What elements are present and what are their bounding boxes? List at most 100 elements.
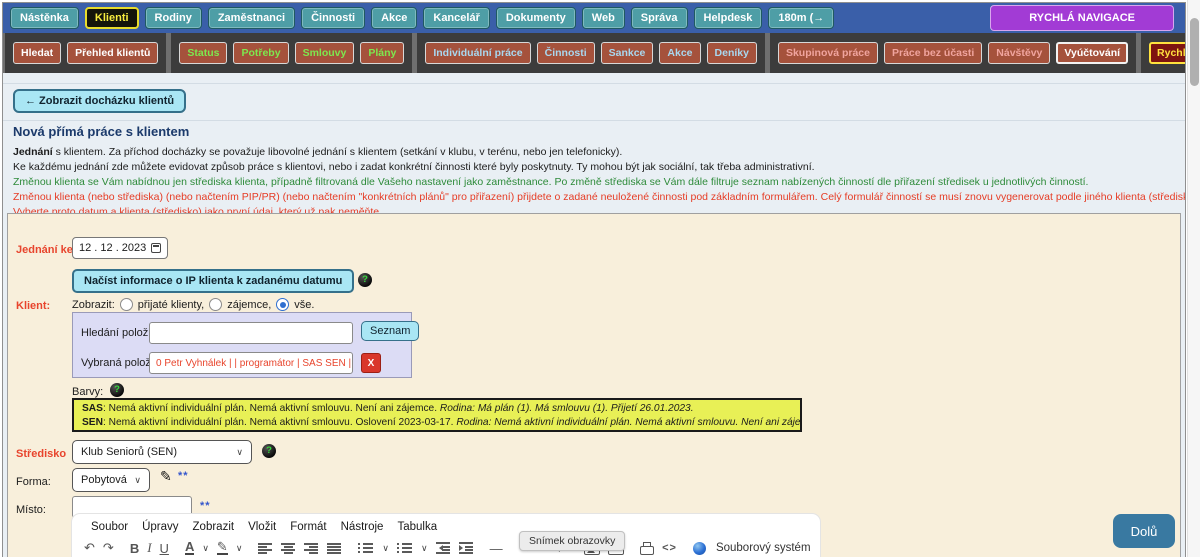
list-button[interactable]: Seznam: [361, 321, 419, 341]
client-label: Klient:: [16, 300, 50, 312]
editor-menubar: Soubor Úpravy Zobrazit Vložit Formát Nás…: [72, 514, 820, 533]
text-color-icon[interactable]: A: [185, 541, 194, 555]
align-center-icon[interactable]: [281, 542, 296, 554]
toolbar-group-group-work: Skupinová práce Práce bez účasti Návštěv…: [770, 33, 1136, 73]
nav-tab-cinnosti[interactable]: Činnosti: [301, 7, 365, 29]
chevron-down-icon[interactable]: ∨: [382, 543, 389, 554]
nav-tab-rodiny[interactable]: Rodiny: [145, 7, 202, 29]
chevron-down-icon[interactable]: ∨: [202, 543, 209, 554]
forma-select[interactable]: Pobytová ∨: [72, 468, 150, 492]
menu-vlozit[interactable]: Vložit: [241, 521, 283, 533]
nav-session-timer-button[interactable]: 180m (→: [768, 7, 834, 29]
nav-tab-akce[interactable]: Akce: [371, 7, 417, 29]
intro-line-1: Jednání s klientem. Za příchod docházky …: [13, 145, 1186, 160]
stredisko-value: Klub Seniorů (SEN): [81, 446, 177, 458]
filesystem-label[interactable]: Souborový systém: [716, 542, 811, 554]
search-input[interactable]: [149, 322, 353, 344]
selected-item-value: 0 Petr Vyhnálek | | programátor | SAS SE…: [149, 352, 353, 374]
nav-tab-kancelar[interactable]: Kancelář: [423, 7, 489, 29]
nav-tab-helpdesk[interactable]: Helpdesk: [694, 7, 763, 29]
bullet-list-icon[interactable]: [358, 542, 374, 554]
remove-selected-button[interactable]: X: [361, 353, 381, 373]
toolbar-button-plany[interactable]: Plány: [360, 42, 404, 64]
load-ip-info-button[interactable]: Načíst informace o IP klienta k zadanému…: [72, 269, 354, 293]
calendar-icon[interactable]: [151, 243, 161, 253]
source-code-icon[interactable]: <>: [662, 542, 677, 554]
intro-text: Nová přímá práce s klientem Jednání s kl…: [13, 124, 1186, 220]
undo-icon[interactable]: ↶: [84, 540, 95, 556]
chevron-down-icon[interactable]: ∨: [236, 543, 243, 554]
align-right-icon[interactable]: [304, 542, 319, 554]
toolbar-button-rychle-vlozeni[interactable]: Rychlé vložení: [1149, 42, 1186, 64]
toolbar-button-navstevy[interactable]: Návštěvy: [988, 42, 1050, 64]
justify-icon[interactable]: [327, 542, 342, 554]
toolbar-button-akce[interactable]: Akce: [659, 42, 700, 64]
page-title: Nová přímá práce s klientem: [13, 124, 1186, 139]
toolbar-button-status[interactable]: Status: [179, 42, 227, 64]
intro-line-3: Změnou klienta se Vám nabídnou jen střed…: [13, 175, 1186, 190]
help-icon-load-ip[interactable]: ?: [358, 273, 372, 287]
menu-nastroje[interactable]: Nástroje: [334, 521, 391, 533]
bold-icon[interactable]: B: [130, 541, 139, 556]
underline-icon[interactable]: U: [160, 541, 169, 556]
nav-tab-dokumenty[interactable]: Dokumenty: [496, 7, 576, 29]
divider: [3, 83, 1185, 84]
radio-label-zajemce: zájemce,: [227, 299, 271, 311]
scrollbar-thumb[interactable]: [1190, 18, 1199, 86]
top-navbar: Nástěnka Klienti Rodiny Zaměstnanci Činn…: [3, 3, 1185, 33]
menu-format[interactable]: Formát: [283, 521, 333, 533]
status-line-sas: SAS: Nemá aktivní individuální plán. Nem…: [82, 402, 792, 416]
toolbar-button-prehled-klientu[interactable]: Přehled klientů: [67, 42, 158, 64]
align-left-icon[interactable]: [258, 542, 273, 554]
menu-upravy[interactable]: Úpravy: [135, 521, 185, 533]
toolbar-button-cinnosti[interactable]: Činnosti: [537, 42, 595, 64]
date-input[interactable]: 12 . 12 . 2023: [72, 237, 168, 259]
nav-tab-web[interactable]: Web: [582, 7, 625, 29]
scrollbar-track[interactable]: [1187, 0, 1200, 557]
scroll-down-button[interactable]: Dolů: [1113, 514, 1175, 548]
toolbar-button-smlouvy[interactable]: Smlouvy: [295, 42, 355, 64]
tooltip-screenshot: Snímek obrazovky: [519, 531, 625, 551]
redo-icon[interactable]: ↷: [103, 540, 114, 556]
chevron-down-icon[interactable]: ∨: [421, 543, 428, 554]
toolbar-button-prace-bez-ucasti[interactable]: Práce bez účasti: [884, 42, 982, 64]
horizontal-rule-icon[interactable]: —: [490, 541, 503, 556]
toolbar-button-sankce[interactable]: Sankce: [601, 42, 654, 64]
toolbar-button-individualni-prace[interactable]: Individuální práce: [425, 42, 530, 64]
nav-tab-zamestnanci[interactable]: Zaměstnanci: [208, 7, 295, 29]
show-attendance-button[interactable]: ← Zobrazit docházku klientů: [13, 89, 186, 113]
toolbar-button-skupinova-prace[interactable]: Skupinová práce: [778, 42, 878, 64]
toolbar-button-vyuctovani[interactable]: Vyúčtování: [1056, 42, 1128, 64]
indent-icon[interactable]: [459, 542, 474, 554]
intro-line-4: Změnou klienta (nebo střediska) (nebo na…: [13, 190, 1186, 205]
radio-prijate-klienty[interactable]: [120, 298, 133, 311]
edit-pencil-icon[interactable]: ✎: [160, 468, 172, 485]
chevron-down-icon: ∨: [236, 447, 243, 458]
status-line-sen: SEN: Nemá aktivní individuální plán. Nem…: [82, 416, 792, 430]
help-icon-stredisko[interactable]: ?: [262, 444, 276, 458]
nav-tab-nastenka[interactable]: Nástěnka: [10, 7, 79, 29]
app-window: Nástěnka Klienti Rodiny Zaměstnanci Činn…: [2, 2, 1186, 557]
quick-navigation-button[interactable]: RYCHLÁ NAVIGACE: [990, 5, 1174, 31]
misto-label: Místo:: [16, 504, 46, 516]
toolbar-button-potreby[interactable]: Potřeby: [233, 42, 288, 64]
highlight-color-icon[interactable]: ✎: [217, 541, 228, 555]
numbered-list-icon[interactable]: [397, 542, 413, 554]
toolbar-button-deniky[interactable]: Deníky: [707, 42, 757, 64]
toolbar-button-hledat[interactable]: Hledat: [13, 42, 61, 64]
italic-icon[interactable]: I: [147, 540, 151, 556]
radio-vse[interactable]: [276, 298, 289, 311]
print-icon[interactable]: [640, 546, 654, 555]
outdent-icon[interactable]: [436, 542, 451, 554]
menu-zobrazit[interactable]: Zobrazit: [186, 521, 242, 533]
help-icon-colors[interactable]: ?: [110, 383, 124, 397]
stredisko-select[interactable]: Klub Seniorů (SEN) ∨: [72, 440, 252, 464]
radio-label-vse: vše.: [294, 299, 314, 311]
nav-tab-sprava[interactable]: Správa: [631, 7, 688, 29]
nav-tab-klienti[interactable]: Klienti: [85, 7, 139, 29]
menu-tabulka[interactable]: Tabulka: [390, 521, 444, 533]
menu-soubor[interactable]: Soubor: [84, 521, 135, 533]
client-picker-panel: Hledání položky: Seznam Vybraná položka:…: [72, 312, 412, 378]
radio-zajemce[interactable]: [209, 298, 222, 311]
filesystem-globe-icon[interactable]: [693, 542, 706, 555]
